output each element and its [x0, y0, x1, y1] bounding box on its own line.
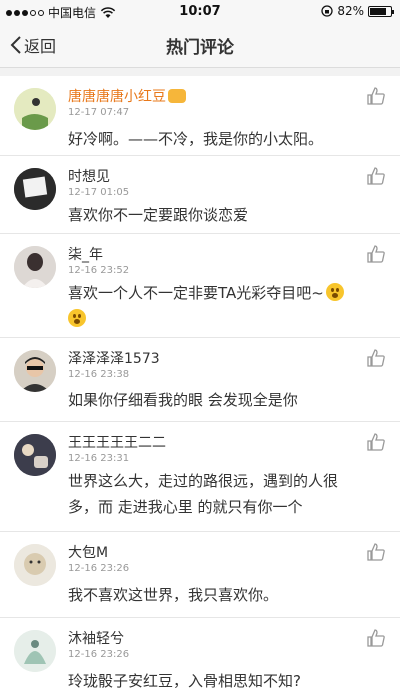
comment-text: 好冷啊。——不冷，我是你的小太阳。	[68, 126, 378, 152]
surprised-emoji-icon	[325, 283, 344, 301]
thumbs-up-icon[interactable]	[366, 432, 386, 452]
status-bar: 中国电信 10:07 82%	[0, 0, 400, 22]
comment-line: 喜欢你不一定要跟你谈恋爱	[68, 206, 249, 224]
comment-item: 时想见 12-17 01:05 喜欢你不一定要跟你谈恋爱	[0, 156, 400, 234]
vip-badge-icon	[168, 89, 186, 103]
thumbs-up-icon[interactable]	[366, 542, 386, 562]
thumbs-up-icon[interactable]	[366, 244, 386, 264]
comment-item: 沐袖轻兮 12-16 23:26 玲珑骰子安红豆，入骨相思知不知?	[0, 618, 400, 695]
comment-line: 如果你仔细看我的眼 会发现全是你	[68, 391, 298, 409]
comment-author[interactable]: 王王王王王二二	[68, 432, 166, 452]
avatar[interactable]	[14, 88, 56, 130]
comment-author[interactable]: 沐袖轻兮	[68, 628, 124, 648]
surprised-emoji-icon	[68, 309, 86, 327]
comment-list: 唐唐唐唐小红豆 12-17 07:47 好冷啊。——不冷，我是你的小太阳。 时想…	[0, 76, 400, 695]
thumbs-up-icon[interactable]	[366, 348, 386, 368]
navigation-bar: 返回 热门评论	[0, 22, 400, 68]
comment-text: 喜欢一个人不一定非要TA光彩夺目吧~	[68, 280, 378, 332]
comment-text: 世界这么大，走过的路很远，遇到的人很 多，而 走进我心里 的就只有你一个	[68, 468, 378, 520]
comment-author[interactable]: 大包M	[68, 542, 108, 562]
comment-item: 柒_年 12-16 23:52 喜欢一个人不一定非要TA光彩夺目吧~	[0, 234, 400, 338]
battery-fill	[370, 7, 387, 15]
battery-icon	[368, 5, 394, 17]
comment-time: 12-16 23:31	[68, 453, 130, 464]
comment-line: 好冷啊。——不冷，我是你的小太阳。	[68, 130, 324, 148]
thumbs-up-icon[interactable]	[366, 166, 386, 186]
comment-time: 12-16 23:38	[68, 369, 130, 380]
comment-line: 喜欢一个人不一定非要TA光彩夺目吧~	[68, 284, 324, 302]
comment-item: 唐唐唐唐小红豆 12-17 07:47 好冷啊。——不冷，我是你的小太阳。	[0, 76, 400, 156]
comment-line: 世界这么大，走过的路很远，遇到的人很	[68, 472, 339, 490]
avatar[interactable]	[14, 168, 56, 210]
comment-line: 玲珑骰子安红豆，入骨相思知不知?	[68, 672, 301, 690]
comment-author[interactable]: 时想见	[68, 166, 110, 186]
comment-time: 12-17 07:47	[68, 107, 130, 118]
comment-line: 我不喜欢这世界，我只喜欢你。	[68, 586, 279, 604]
comment-text: 我不喜欢这世界，我只喜欢你。	[68, 582, 378, 608]
comment-author-name: 唐唐唐唐小红豆	[68, 89, 166, 105]
comment-time: 12-17 01:05	[68, 187, 130, 198]
comment-author[interactable]: 泽泽泽泽1573	[68, 348, 160, 368]
thumbs-up-icon[interactable]	[366, 86, 386, 106]
thumbs-up-icon[interactable]	[366, 628, 386, 648]
comment-text: 玲珑骰子安红豆，入骨相思知不知?	[68, 668, 378, 694]
orientation-lock-icon	[321, 5, 333, 17]
avatar[interactable]	[14, 350, 56, 392]
avatar[interactable]	[14, 246, 56, 288]
page-title: 热门评论	[166, 38, 234, 58]
avatar[interactable]	[14, 434, 56, 476]
comment-author[interactable]: 唐唐唐唐小红豆	[68, 86, 186, 106]
comment-time: 12-16 23:52	[68, 265, 130, 276]
comment-line: 多，而 走进我心里 的就只有你一个	[68, 498, 303, 516]
comment-author[interactable]: 柒_年	[68, 244, 103, 264]
comment-item: 大包M 12-16 23:26 我不喜欢这世界，我只喜欢你。	[0, 532, 400, 618]
comment-text: 如果你仔细看我的眼 会发现全是你	[68, 387, 378, 413]
battery-info: 82%	[321, 4, 394, 18]
avatar[interactable]	[14, 630, 56, 672]
comment-time: 12-16 23:26	[68, 649, 130, 660]
avatar[interactable]	[14, 544, 56, 586]
comment-text: 喜欢你不一定要跟你谈恋爱	[68, 202, 378, 228]
battery-percent: 82%	[337, 4, 364, 18]
comment-item: 王王王王王二二 12-16 23:31 世界这么大，走过的路很远，遇到的人很 多…	[0, 422, 400, 532]
comment-time: 12-16 23:26	[68, 563, 130, 574]
comment-item: 泽泽泽泽1573 12-16 23:38 如果你仔细看我的眼 会发现全是你	[0, 338, 400, 422]
